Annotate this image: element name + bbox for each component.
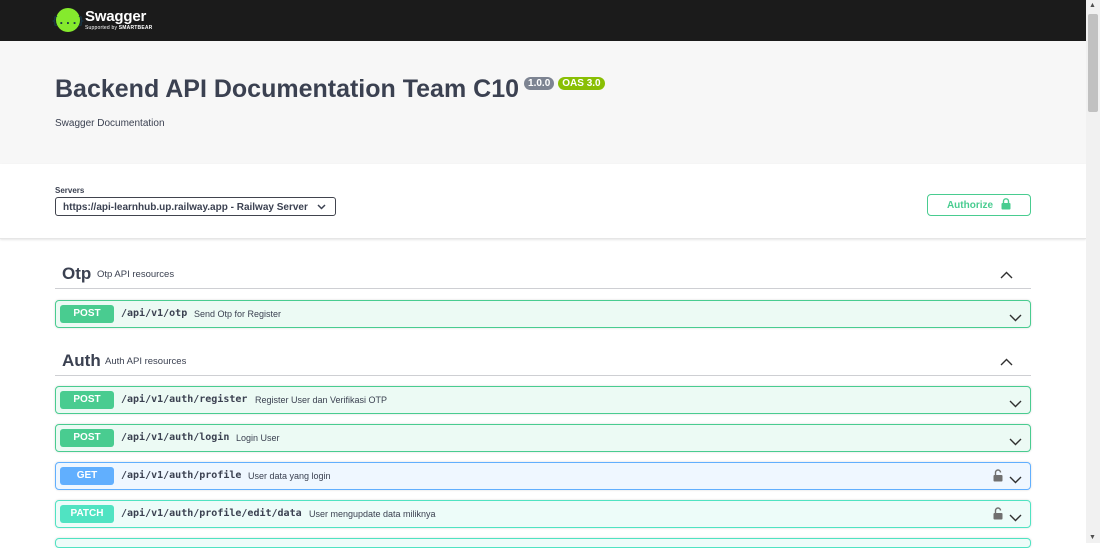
scroll-up-arrow-icon[interactable]: ▲ (1089, 2, 1096, 9)
servers-label: Servers (55, 186, 85, 195)
servers-selected-value: https://api-learnhub.up.railway.app - Ra… (63, 202, 308, 213)
chevron-down-icon[interactable] (1009, 509, 1022, 527)
chevron-down-icon[interactable] (1009, 471, 1022, 489)
authorize-button[interactable]: Authorize (927, 194, 1031, 216)
operation-path: /api/v1/otp (121, 308, 188, 319)
tag-name: Auth (62, 351, 101, 370)
method-badge: PATCH (60, 505, 114, 523)
tag-description: Otp API resources (97, 269, 175, 280)
operation-path: /api/v1/auth/register (121, 394, 248, 405)
method-badge: POST (60, 391, 114, 409)
operation-path: /api/v1/auth/profile (121, 470, 242, 481)
page-title: Backend API Documentation Team C10 (55, 75, 520, 103)
oas-badge: OAS 3.0 (558, 77, 605, 90)
chevron-up-icon[interactable] (1000, 353, 1013, 371)
chevron-down-icon[interactable] (1009, 395, 1022, 413)
authorize-label: Authorize (946, 199, 994, 211)
method-badge: POST (60, 429, 114, 447)
lock-icon[interactable] (993, 469, 1003, 487)
tag-name: Otp (62, 264, 92, 283)
logo-subtitle: Supported by SMARTBEAR (85, 25, 153, 31)
method-badge: POST (60, 305, 114, 323)
unlock-icon (1001, 197, 1011, 213)
operation-summary: User data yang login (248, 471, 331, 481)
logo-name: Swagger (85, 8, 147, 25)
lock-icon[interactable] (993, 507, 1003, 525)
api-title-row: Backend API Documentation Team C10 1.0.0… (55, 75, 605, 104)
chevron-up-icon[interactable] (1000, 266, 1013, 284)
method-badge: GET (60, 467, 114, 485)
operation-summary: Send Otp for Register (194, 309, 282, 319)
swagger-logo-icon: {...} (51, 8, 85, 32)
operation-summary: Login User (236, 433, 280, 443)
api-info-section: Backend API Documentation Team C10 1.0.0… (0, 41, 1086, 164)
operation-path: /api/v1/auth/profile/edit/data (121, 508, 302, 519)
operation-partial[interactable] (55, 538, 1031, 548)
chevron-down-icon[interactable] (1009, 309, 1022, 327)
vertical-scrollbar[interactable]: ▲ ▼ (1086, 0, 1100, 543)
chevron-down-icon (317, 198, 326, 217)
chevron-down-icon[interactable] (1009, 433, 1022, 451)
operation-post-register[interactable]: POST /api/v1/auth/register Register User… (55, 386, 1031, 414)
operation-summary: Register User dan Verifikasi OTP (255, 395, 388, 405)
scroll-down-arrow-icon[interactable]: ▼ (1089, 534, 1096, 541)
operation-summary: User mengupdate data miliknya (309, 509, 436, 519)
scroll-thumb[interactable] (1088, 14, 1098, 112)
top-bar: {...} Swagger Supported by SMARTBEAR (0, 0, 1087, 41)
operation-path: /api/v1/auth/login (121, 432, 230, 443)
operation-patch-profile-edit[interactable]: PATCH /api/v1/auth/profile/edit/data Use… (55, 500, 1031, 528)
api-description: Swagger Documentation (55, 118, 165, 129)
operation-post-otp[interactable]: POST /api/v1/otp Send Otp for Register (55, 300, 1031, 328)
operation-post-login[interactable]: POST /api/v1/auth/login Login User (55, 424, 1031, 452)
swagger-logo[interactable]: {...} Swagger Supported by SMARTBEAR (51, 8, 153, 32)
scheme-container: Servers https://api-learnhub.up.railway.… (0, 164, 1086, 239)
servers-select[interactable]: https://api-learnhub.up.railway.app - Ra… (55, 197, 336, 216)
operation-get-profile[interactable]: GET /api/v1/auth/profile User data yang … (55, 462, 1031, 490)
tag-description: Auth API resources (105, 356, 187, 367)
tag-otp[interactable]: Otp Otp API resources (55, 258, 1031, 289)
version-badge: 1.0.0 (524, 77, 555, 90)
tag-auth[interactable]: Auth Auth API resources (55, 345, 1031, 376)
